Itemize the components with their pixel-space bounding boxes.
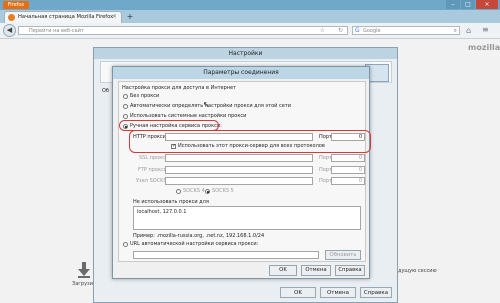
settings-help-button[interactable]: Справка: [360, 287, 392, 298]
help-button[interactable]: Справка: [335, 265, 365, 276]
maximize-button[interactable]: □: [461, 0, 475, 9]
bookmarks-menu-icon[interactable]: ≡: [482, 25, 489, 34]
url-placeholder: Перейти на веб-сайт: [29, 28, 84, 34]
downloads-label[interactable]: Загрузи: [72, 281, 93, 287]
title-bar: [0, 0, 500, 10]
window-controls: – □ ×: [445, 0, 498, 9]
firefox-menu-button[interactable]: Firefox: [3, 1, 29, 9]
proxy-settings-group: Настройка прокси для доступа в Интернет …: [118, 81, 371, 262]
auto-url-label[interactable]: URL автоматической настройки сервиса про…: [130, 241, 258, 247]
ok-button[interactable]: OK: [269, 265, 297, 276]
url-bar[interactable]: Перейти на веб-сайт ☆ ↻: [18, 26, 348, 35]
cancel-button[interactable]: Отмена: [301, 265, 331, 276]
back-arrow-icon[interactable]: ◀: [3, 24, 16, 37]
http-highlight: [129, 130, 371, 153]
auto-detect-label[interactable]: Автоматически определять настройки прокс…: [130, 103, 291, 109]
settings-cancel-button[interactable]: Отмена: [320, 287, 356, 298]
reload-icon[interactable]: ↻: [338, 27, 343, 34]
socks-host-input[interactable]: [165, 177, 313, 185]
socks-host-label: Узел SOCKS:: [136, 178, 169, 184]
search-placeholder: Google: [363, 28, 381, 34]
no-proxy-for-textarea[interactable]: localhost, 127.0.0.1: [133, 206, 361, 230]
socks4-label[interactable]: SOCKS 4: [183, 188, 205, 194]
ftp-port-input[interactable]: 0: [331, 166, 365, 174]
tab-close-icon[interactable]: ×: [112, 13, 117, 20]
no-proxy-for-label: Не использовать прокси для: [133, 199, 209, 205]
settings-title: Настройки: [94, 48, 397, 59]
socks5-label[interactable]: SOCKS 5: [212, 188, 234, 194]
close-window-button[interactable]: ×: [476, 0, 498, 9]
bookmark-star-icon[interactable]: ☆: [320, 27, 325, 34]
firefox-favicon-icon: [8, 14, 15, 21]
no-proxy-label[interactable]: Без прокси: [130, 93, 159, 99]
search-icon[interactable]: ⌕: [454, 27, 457, 35]
connection-dialog-title: Параметры соединения: [203, 69, 279, 76]
new-tab-button[interactable]: +: [125, 11, 135, 22]
tab-start-page[interactable]: Начальная страница Mozilla Firefox ×: [4, 11, 122, 23]
ftp-proxy-input[interactable]: [165, 166, 313, 174]
home-icon[interactable]: ⌂: [466, 26, 471, 35]
ssl-port-input[interactable]: 0: [331, 154, 365, 162]
mouse-cursor-icon: ↖: [203, 100, 210, 109]
radio-auto-detect[interactable]: [123, 104, 128, 109]
section-label: Настройка прокси для доступа в Интернет: [122, 85, 237, 91]
ssl-proxy-input[interactable]: [165, 154, 313, 162]
search-bar[interactable]: G Google ⌕: [352, 26, 460, 35]
google-icon[interactable]: G: [355, 27, 360, 34]
system-proxy-label[interactable]: Использовать системные настройки прокси: [130, 113, 246, 119]
settings-obscured-label: Об: [102, 88, 110, 94]
mozilla-logo: mozilla: [468, 43, 500, 52]
connection-settings-dialog: Параметры соединения Настройка прокси дл…: [112, 66, 371, 279]
radio-socks5[interactable]: [205, 189, 210, 194]
no-proxy-example: Пример: .mozilla-russia.org, .net.nz, 19…: [133, 233, 265, 239]
downloads-icon[interactable]: [78, 262, 90, 278]
minimize-button[interactable]: –: [446, 0, 460, 9]
socks-port-input[interactable]: 0: [331, 177, 365, 185]
radio-no-proxy[interactable]: [123, 94, 128, 99]
radio-socks4[interactable]: [176, 189, 181, 194]
reload-button[interactable]: Обновить: [325, 250, 361, 260]
auto-url-input[interactable]: [133, 251, 319, 259]
radio-system-proxy[interactable]: [123, 114, 128, 119]
tab-title: Начальная страница Mozilla Firefox: [18, 14, 114, 20]
settings-ok-button[interactable]: OK: [280, 287, 316, 298]
radio-auto-url[interactable]: [123, 242, 128, 247]
connection-title-bar: Параметры соединения: [113, 67, 369, 79]
restore-session-label[interactable]: дущую сессию: [398, 268, 437, 274]
